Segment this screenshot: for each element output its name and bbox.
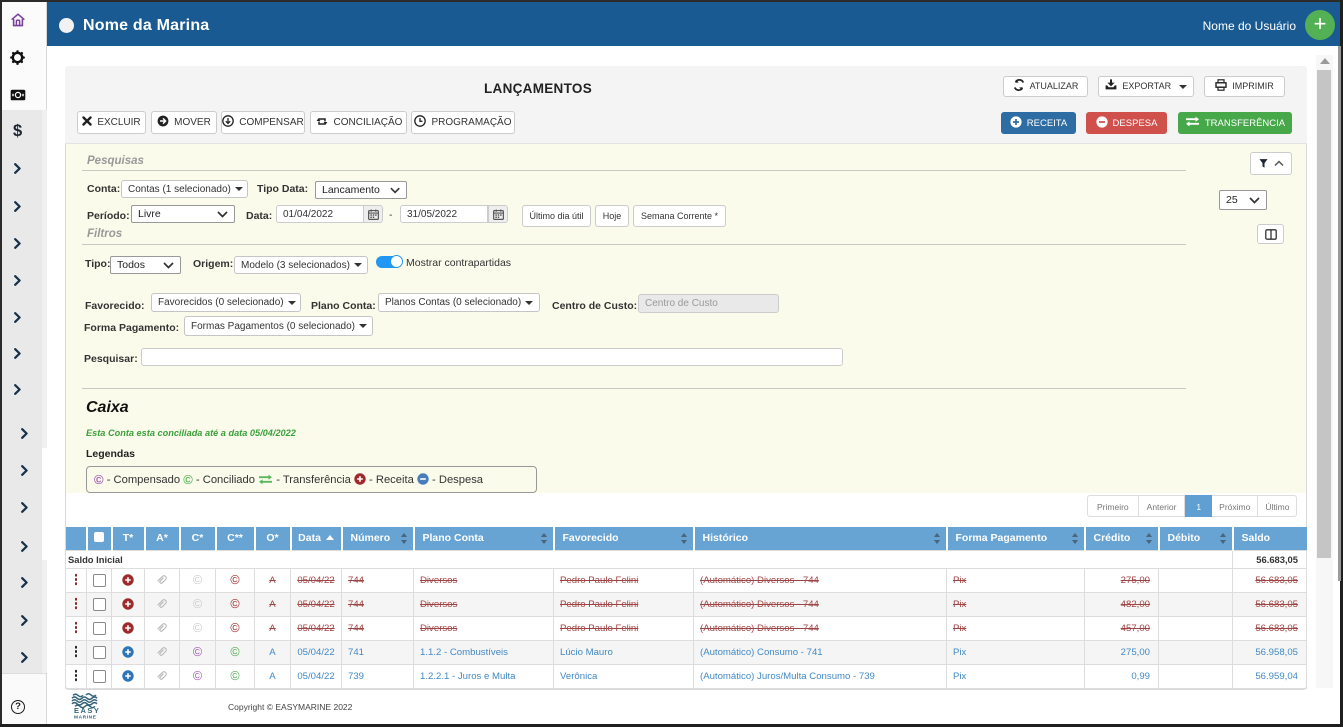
svg-text:EASY: EASY	[74, 706, 99, 715]
svg-text:MARINE: MARINE	[74, 715, 97, 720]
